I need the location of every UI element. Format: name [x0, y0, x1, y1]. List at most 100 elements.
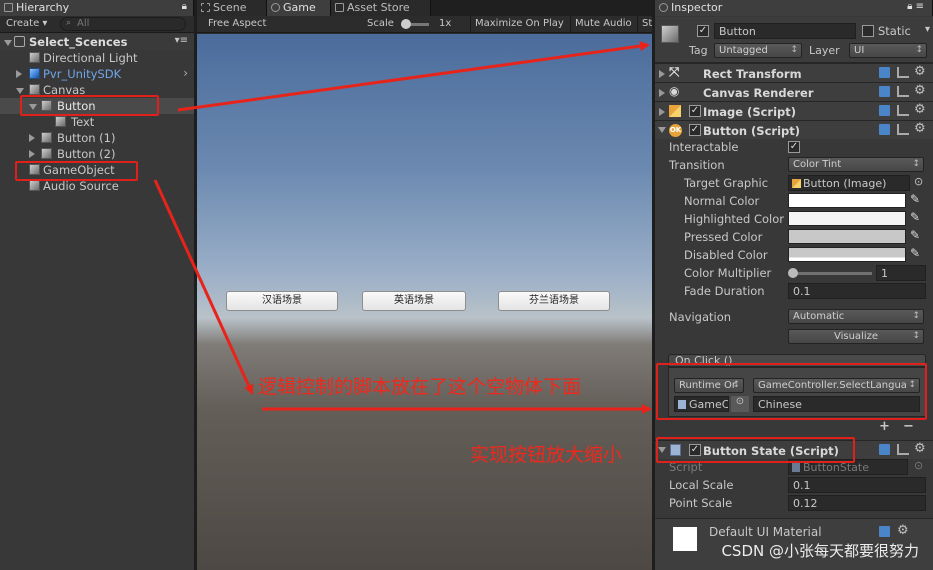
- button-component-header[interactable]: OK ✓ Button (Script) ⚙: [655, 120, 933, 139]
- gear-icon[interactable]: ⚙: [914, 64, 926, 79]
- color-multiplier-field[interactable]: 1: [876, 265, 926, 281]
- gear-icon[interactable]: ⚙: [914, 121, 926, 136]
- finnish-scene-button[interactable]: 芬兰语场景: [498, 291, 610, 311]
- help-icon[interactable]: [879, 444, 890, 455]
- transition-dropdown[interactable]: Color Tint: [788, 157, 924, 172]
- static-dropdown-icon[interactable]: ▾: [925, 24, 930, 35]
- expand-icon[interactable]: [29, 134, 35, 142]
- object-name: Button: [719, 25, 756, 38]
- expand-icon[interactable]: [16, 88, 24, 94]
- scale-slider[interactable]: [401, 19, 429, 29]
- hierarchy-item[interactable]: Text: [0, 114, 194, 130]
- help-icon[interactable]: [879, 105, 890, 116]
- scene-row[interactable]: Select_Scences ▾≡: [0, 34, 194, 50]
- scene-menu-icon[interactable]: ▾≡: [175, 35, 188, 46]
- active-checkbox[interactable]: ✓: [697, 25, 709, 37]
- tab-scene[interactable]: Scene: [197, 0, 267, 16]
- navigation-dropdown[interactable]: Automatic: [788, 309, 924, 324]
- layer-dropdown[interactable]: UI: [849, 43, 927, 58]
- color-multiplier-slider[interactable]: [788, 268, 872, 278]
- english-scene-button[interactable]: 英语场景: [362, 291, 466, 311]
- rect-transform-header[interactable]: ⤧ Rect Transform ⚙: [655, 63, 933, 82]
- foldout-icon[interactable]: [659, 89, 665, 97]
- remove-event-button[interactable]: −: [903, 419, 914, 434]
- target-graphic-field[interactable]: Button (Image): [788, 175, 910, 191]
- expand-icon[interactable]: [4, 40, 12, 46]
- lock-icon[interactable]: 🔒︎ ≡: [907, 1, 924, 12]
- help-icon[interactable]: [879, 124, 890, 135]
- foldout-icon[interactable]: [658, 127, 666, 133]
- item-label: Directional Light: [43, 51, 138, 65]
- gear-icon[interactable]: ⚙: [914, 83, 926, 98]
- hierarchy-tabbar: Hierarchy 🔒︎: [0, 0, 194, 16]
- gear-icon[interactable]: ⚙: [897, 523, 909, 538]
- pressed-color-row: Pressed Color ✎: [655, 228, 933, 246]
- hierarchy-item[interactable]: Button (2): [0, 146, 194, 162]
- expand-icon[interactable]: [29, 150, 35, 158]
- object-picker-icon[interactable]: ⊙: [914, 175, 923, 188]
- canvas-renderer-header[interactable]: ◉ Canvas Renderer ⚙: [655, 82, 933, 101]
- tag-dropdown[interactable]: Untagged: [714, 43, 802, 58]
- component-enabled-checkbox[interactable]: ✓: [689, 124, 701, 136]
- highlighted-color-row: Highlighted Color ✎: [655, 210, 933, 228]
- chevron-right-icon[interactable]: ›: [183, 66, 188, 80]
- gameobject-icon: [29, 84, 40, 95]
- eyedropper-icon[interactable]: ✎: [910, 192, 920, 206]
- gear-icon[interactable]: ⚙: [914, 441, 926, 456]
- image-component-header[interactable]: ✓ Image (Script) ⚙: [655, 101, 933, 120]
- static-checkbox[interactable]: [862, 25, 874, 37]
- preset-icon[interactable]: [897, 444, 909, 455]
- local-scale-field[interactable]: 0.1: [788, 477, 926, 493]
- static-label: Static: [878, 24, 911, 38]
- expand-icon[interactable]: [16, 70, 22, 78]
- add-event-button[interactable]: +: [879, 419, 890, 434]
- component-enabled-checkbox[interactable]: ✓: [689, 105, 701, 117]
- unity-scene-icon: [14, 36, 25, 47]
- preset-icon[interactable]: [897, 86, 909, 97]
- maximize-toggle[interactable]: Maximize On Play: [470, 16, 568, 33]
- object-name-field[interactable]: Button: [714, 23, 856, 39]
- help-icon[interactable]: [879, 67, 890, 78]
- tab-inspector[interactable]: Inspector 🔒︎ ≡: [655, 0, 933, 16]
- help-icon[interactable]: [879, 526, 890, 537]
- component-actions: ⚙: [879, 64, 929, 80]
- foldout-icon[interactable]: [659, 70, 665, 78]
- eyedropper-icon[interactable]: ✎: [910, 246, 920, 260]
- pressed-color-swatch[interactable]: [788, 229, 906, 244]
- highlighted-color-swatch[interactable]: [788, 211, 906, 226]
- preset-icon[interactable]: [897, 124, 909, 135]
- visualize-button[interactable]: Visualize: [788, 329, 924, 344]
- aspect-dropdown[interactable]: Free Aspect: [208, 18, 266, 29]
- tab-asset-store[interactable]: Asset Store: [331, 0, 431, 16]
- slider-thumb[interactable]: [788, 268, 798, 278]
- game-viewport[interactable]: 汉语场景 英语场景 芬兰语场景: [197, 34, 652, 570]
- stats-toggle[interactable]: St: [637, 16, 656, 33]
- interactable-checkbox[interactable]: ✓: [788, 141, 800, 153]
- point-scale-field[interactable]: 0.12: [788, 495, 926, 511]
- tab-game[interactable]: Game: [267, 0, 331, 16]
- hierarchy-item[interactable]: Directional Light: [0, 50, 194, 66]
- eyedropper-icon[interactable]: ✎: [910, 228, 920, 242]
- hierarchy-item[interactable]: Button (1): [0, 130, 194, 146]
- help-icon[interactable]: [879, 86, 890, 97]
- preset-icon[interactable]: [897, 67, 909, 78]
- hierarchy-icon: [4, 3, 13, 12]
- gear-icon[interactable]: ⚙: [914, 102, 926, 117]
- fade-duration-field[interactable]: 0.1: [788, 283, 926, 299]
- search-input[interactable]: ⌕ All: [60, 17, 186, 31]
- foldout-icon[interactable]: [659, 108, 665, 116]
- lock-icon[interactable]: 🔒︎: [182, 1, 187, 12]
- info-icon: [659, 3, 668, 12]
- chinese-scene-button[interactable]: 汉语场景: [226, 291, 338, 311]
- create-button[interactable]: Create ▾: [6, 18, 47, 29]
- normal-color-swatch[interactable]: [788, 193, 906, 208]
- mute-toggle[interactable]: Mute Audio: [570, 16, 636, 33]
- eyedropper-icon[interactable]: ✎: [910, 210, 920, 224]
- disabled-color-swatch[interactable]: [788, 247, 906, 262]
- slider-thumb[interactable]: [401, 19, 411, 29]
- preset-icon[interactable]: [897, 105, 909, 116]
- tab-hierarchy[interactable]: Hierarchy 🔒︎: [0, 0, 194, 16]
- object-picker-icon: ⊙: [914, 459, 924, 472]
- hierarchy-item[interactable]: Pvr_UnitySDK ›: [0, 66, 194, 82]
- local-scale-value: 0.1: [793, 479, 811, 492]
